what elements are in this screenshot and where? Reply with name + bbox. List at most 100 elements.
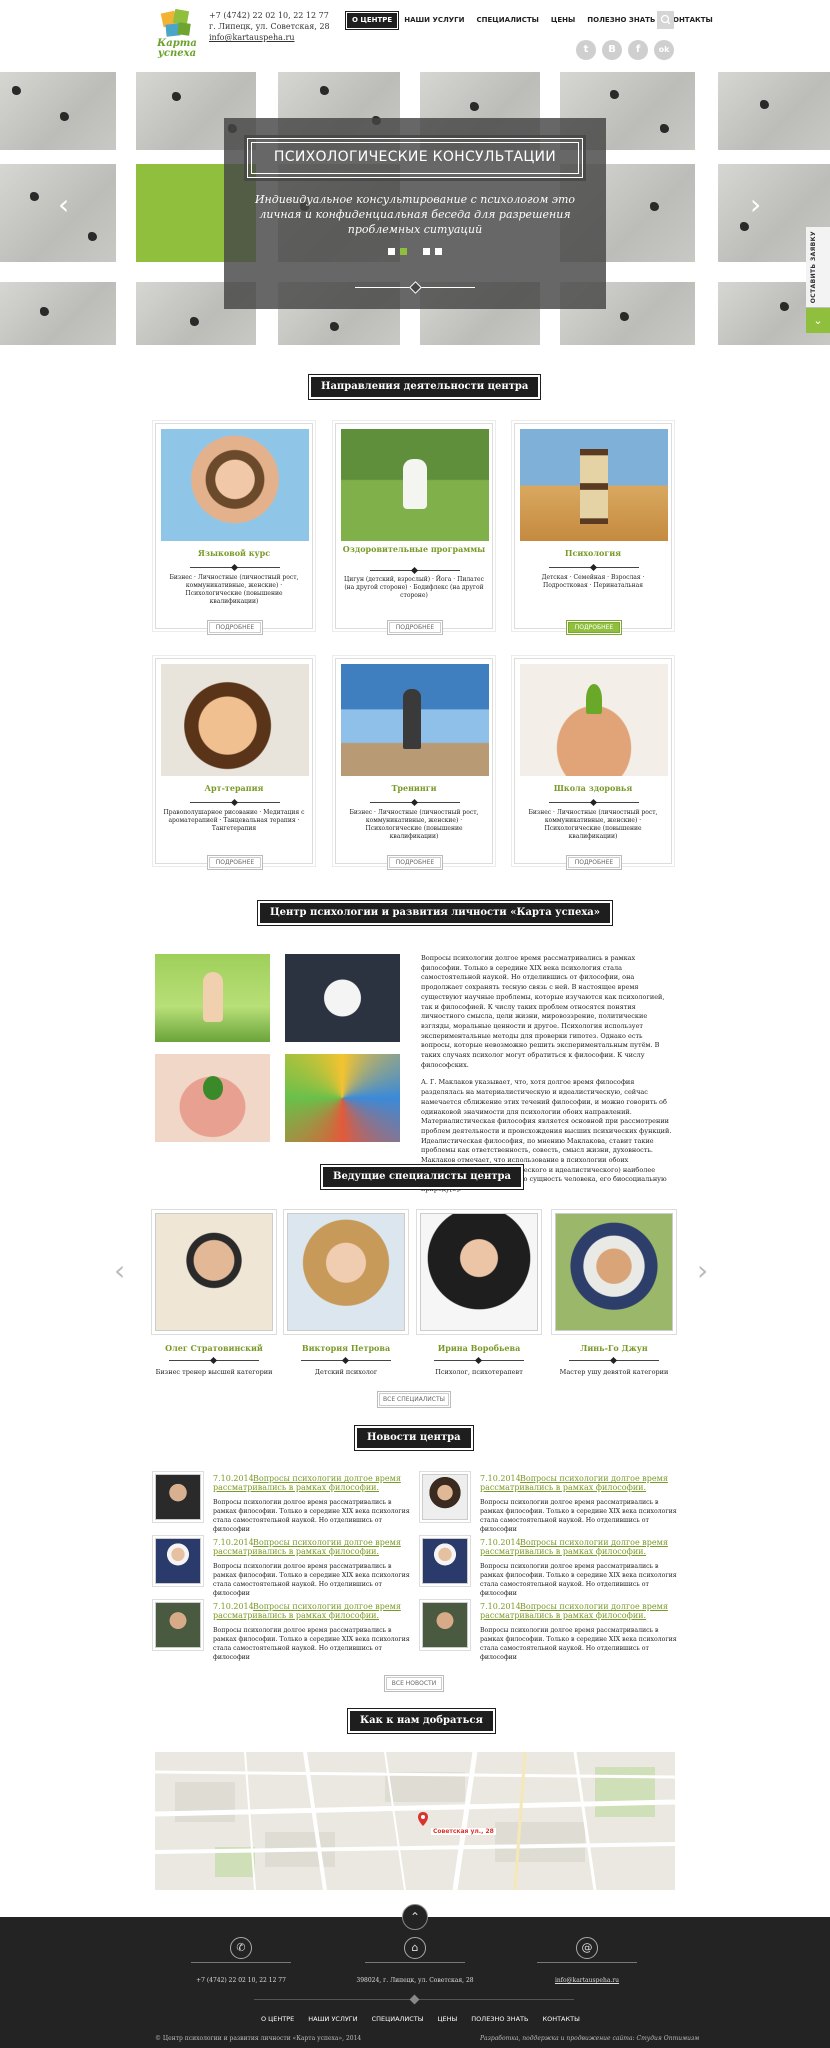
nav-item-useful[interactable]: ПОЛЕЗНО ЗНАТЬ bbox=[581, 12, 661, 29]
specialist-divider bbox=[301, 1360, 391, 1361]
footer-nav-about[interactable]: О ЦЕНТРЕ bbox=[254, 2015, 301, 2023]
slide-tile bbox=[718, 72, 830, 150]
direction-card-health: Оздоровительные программы Цигун (детский… bbox=[335, 423, 493, 635]
details-button[interactable]: ПОДРОБНЕЕ bbox=[566, 855, 622, 870]
about-image-yoga bbox=[155, 954, 270, 1042]
direction-card-art: Арт-терапия Правополушарное рисование · … bbox=[155, 658, 313, 870]
specialist-photo[interactable] bbox=[555, 1213, 673, 1331]
card-tags[interactable]: Правополушарное рисование · Медитация с … bbox=[162, 809, 306, 833]
footer-nav-services[interactable]: НАШИ УСЛУГИ bbox=[301, 2015, 364, 2023]
news-thumbnail[interactable] bbox=[155, 1474, 201, 1520]
news-title-link[interactable]: Вопросы психологии долгое время рассматр… bbox=[480, 1602, 680, 1620]
footer-nav-specialists[interactable]: СПЕЦИАЛИСТЫ bbox=[365, 2015, 431, 2023]
specialist-card[interactable]: Виктория Петрова Детский психолог bbox=[287, 1213, 405, 1378]
card-tags[interactable]: Детская · Семейная · Взрослая · Подростк… bbox=[521, 574, 665, 590]
news-thumbnail[interactable] bbox=[155, 1538, 201, 1584]
specialist-photo[interactable] bbox=[287, 1213, 405, 1331]
news-thumbnail[interactable] bbox=[422, 1602, 468, 1648]
scroll-top-button[interactable]: ⌃ bbox=[402, 1904, 428, 1930]
specialist-name[interactable]: Линь-Го Джун bbox=[555, 1343, 673, 1353]
twitter-icon[interactable]: t bbox=[576, 40, 596, 60]
details-button[interactable]: ПОДРОБНЕЕ bbox=[387, 620, 443, 635]
all-specialists-button[interactable]: ВСЕ СПЕЦИАЛИСТЫ bbox=[377, 1391, 451, 1408]
slider-prev-arrow[interactable]: ‹ bbox=[58, 188, 69, 221]
news-thumbnail[interactable] bbox=[422, 1474, 468, 1520]
news-thumbnail[interactable] bbox=[155, 1602, 201, 1648]
footer-nav-contacts[interactable]: КОНТАКТЫ bbox=[535, 2015, 586, 2023]
footer-credits[interactable]: Разработка, поддержка и продвижение сайт… bbox=[480, 2035, 699, 2042]
card-title[interactable]: Тренинги bbox=[336, 784, 492, 793]
footer-nav: О ЦЕНТРЕ НАШИ УСЛУГИ СПЕЦИАЛИСТЫ ЦЕНЫ ПО… bbox=[254, 2015, 587, 2023]
card-title[interactable]: Оздоровительные программы bbox=[336, 545, 492, 554]
home-icon: ⌂ bbox=[404, 1937, 426, 1959]
specialist-role: Психолог, психотерапевт bbox=[435, 1368, 523, 1376]
footer-nav-useful[interactable]: ПОЛЕЗНО ЗНАТЬ bbox=[464, 2015, 535, 2023]
specialist-name[interactable]: Ирина Воробьева bbox=[420, 1343, 538, 1353]
logo[interactable]: Карта успеха bbox=[152, 8, 202, 62]
request-side-tab[interactable]: ОСТАВИТЬ ЗАЯВКУ bbox=[806, 227, 830, 307]
card-image bbox=[161, 664, 309, 776]
details-button[interactable]: ПОДРОБНЕЕ bbox=[387, 855, 443, 870]
chevron-down-icon[interactable]: ⌄ bbox=[806, 308, 830, 333]
news-title-link[interactable]: Вопросы психологии долгое время рассматр… bbox=[213, 1538, 413, 1556]
nav-item-specialists[interactable]: СПЕЦИАЛИСТЫ bbox=[471, 12, 545, 29]
details-button[interactable]: ПОДРОБНЕЕ bbox=[207, 620, 263, 635]
card-tags[interactable]: Цигун (детский, взрослый) · Йога · Пилат… bbox=[342, 576, 486, 600]
specialists-prev-arrow[interactable]: ‹ bbox=[114, 1254, 125, 1287]
footer-divider bbox=[191, 1962, 291, 1963]
search-button[interactable] bbox=[657, 11, 674, 29]
directions-title: Направления деятельности центра bbox=[311, 377, 539, 397]
details-button[interactable]: ПОДРОБНЕЕ bbox=[207, 855, 263, 870]
specialist-card[interactable]: Ирина Воробьева Психолог, психотерапевт bbox=[420, 1213, 538, 1378]
facebook-icon[interactable]: f bbox=[628, 40, 648, 60]
news-item: 7.10.2014 Вопросы психологии долгое врем… bbox=[422, 1474, 682, 1533]
card-title[interactable]: Языковой курс bbox=[156, 549, 312, 558]
card-tags[interactable]: Бизнес · Личностные (личностный рост, ко… bbox=[342, 809, 486, 841]
slider-dot-3[interactable] bbox=[423, 248, 430, 255]
card-image bbox=[341, 664, 489, 776]
odnoklassniki-icon[interactable]: ok bbox=[654, 40, 674, 60]
slider-next-arrow[interactable]: › bbox=[750, 188, 761, 221]
specialists-next-arrow[interactable]: › bbox=[697, 1254, 708, 1287]
specialist-photo[interactable] bbox=[420, 1213, 538, 1331]
about-paragraph: Вопросы психологии долгое время рассматр… bbox=[421, 954, 665, 1069]
header-email[interactable]: info@kartauspeha.ru bbox=[209, 33, 294, 42]
news-title-link[interactable]: Вопросы психологии долгое время рассматр… bbox=[213, 1474, 413, 1492]
all-news-button[interactable]: ВСЕ НОВОСТИ bbox=[384, 1675, 444, 1692]
card-image bbox=[341, 429, 489, 541]
nav-item-services[interactable]: НАШИ УСЛУГИ bbox=[398, 12, 470, 29]
location-map[interactable]: Советская ул., 28 bbox=[155, 1752, 675, 1890]
specialist-photo[interactable] bbox=[155, 1213, 273, 1331]
card-divider bbox=[370, 570, 460, 571]
specialist-name[interactable]: Виктория Петрова bbox=[287, 1343, 405, 1353]
card-title[interactable]: Психология bbox=[515, 549, 671, 558]
news-item: 7.10.2014 Вопросы психологии долгое врем… bbox=[155, 1474, 415, 1533]
nav-item-about[interactable]: О ЦЕНТРЕ bbox=[344, 11, 400, 30]
card-title[interactable]: Школа здоровья bbox=[515, 784, 671, 793]
map-marker-icon[interactable] bbox=[418, 1812, 428, 1826]
card-title[interactable]: Арт-терапия bbox=[156, 784, 312, 793]
specialist-name[interactable]: Олег Стратовинский bbox=[155, 1343, 273, 1353]
details-button[interactable]: ПОДРОБНЕЕ bbox=[566, 620, 622, 635]
specialist-card[interactable]: Линь-Го Джун Мастер ушу девятой категори… bbox=[555, 1213, 673, 1378]
news-thumbnail[interactable] bbox=[422, 1538, 468, 1584]
email-icon: @ bbox=[576, 1937, 598, 1959]
footer-email[interactable]: info@kartauspeha.ru bbox=[537, 1977, 637, 1984]
nav-item-prices[interactable]: ЦЕНЫ bbox=[545, 12, 581, 29]
slider-dot-1[interactable] bbox=[388, 248, 395, 255]
news-title-link[interactable]: Вопросы психологии долгое время рассматр… bbox=[213, 1602, 413, 1620]
map-marker-label: Советская ул., 28 bbox=[431, 1828, 496, 1835]
slider-dot-2[interactable] bbox=[400, 248, 407, 255]
vk-icon[interactable]: В bbox=[602, 40, 622, 60]
news-title: Новости центра bbox=[357, 1428, 471, 1448]
news-text: Вопросы психологии долгое время рассматр… bbox=[480, 1499, 677, 1533]
slider-dot-4[interactable] bbox=[435, 248, 442, 255]
card-image bbox=[161, 429, 309, 541]
news-title-link[interactable]: Вопросы психологии долгое время рассматр… bbox=[480, 1538, 680, 1556]
footer-nav-prices[interactable]: ЦЕНЫ bbox=[431, 2015, 465, 2023]
specialist-card[interactable]: Олег Стратовинский Бизнес тренер высшей … bbox=[155, 1213, 273, 1378]
card-tags[interactable]: Бизнес · Личностные (личностный рост, ко… bbox=[521, 809, 665, 841]
news-item: 7.10.2014 Вопросы психологии долгое врем… bbox=[422, 1538, 682, 1597]
card-tags[interactable]: Бизнес · Личностные (личностный рост, ко… bbox=[162, 574, 306, 606]
news-title-link[interactable]: Вопросы психологии долгое время рассматр… bbox=[480, 1474, 680, 1492]
